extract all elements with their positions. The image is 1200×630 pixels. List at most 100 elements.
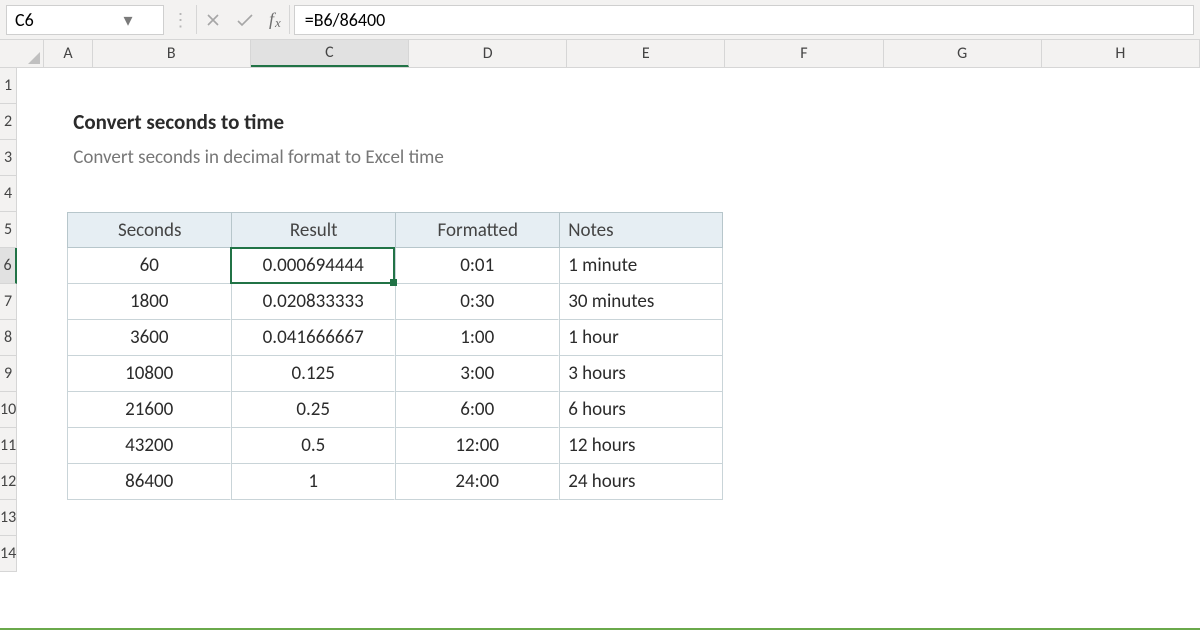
col-header-A[interactable]: A [44,40,92,67]
table-header-notes[interactable]: Notes [559,212,723,248]
cell-F14[interactable] [723,536,887,572]
cell-D14[interactable] [395,536,559,572]
cell-H8[interactable] [1051,320,1200,356]
cell-H3[interactable] [1051,140,1200,176]
cell-H1[interactable] [1051,68,1200,104]
cell-D13[interactable] [395,500,559,536]
row-header-7[interactable]: 7 [0,284,16,320]
fx-icon[interactable]: fx [261,5,289,34]
row-header-1[interactable]: 1 [0,68,16,104]
cell-A13[interactable] [17,500,67,536]
row-header-10[interactable]: 10 [0,392,16,428]
col-header-G[interactable]: G [884,40,1042,67]
row-header-11[interactable]: 11 [0,428,16,464]
cell-B13[interactable] [67,500,231,536]
cell-B1[interactable] [67,68,231,104]
cell-B6[interactable]: 60 [67,248,231,284]
table-header-formatted[interactable]: Formatted [395,212,559,248]
cell-B10[interactable]: 21600 [67,392,231,428]
cell-A4[interactable] [17,176,67,212]
cell-B14[interactable] [67,536,231,572]
cancel-icon[interactable] [197,5,229,34]
cell-G14[interactable] [887,536,1051,572]
cell-F8[interactable] [723,320,887,356]
cell-D6[interactable]: 0:01 [395,248,559,284]
cell-D12[interactable]: 24:00 [395,464,559,500]
cell-E11[interactable]: 12 hours [559,428,723,464]
cell-G2[interactable] [887,104,1051,140]
col-header-E[interactable]: E [567,40,725,67]
row-header-9[interactable]: 9 [0,356,16,392]
cell-G6[interactable] [887,248,1051,284]
cell-F9[interactable] [723,356,887,392]
row-header-8[interactable]: 8 [0,320,16,356]
cell-H13[interactable] [1051,500,1200,536]
cell-H5[interactable] [1051,212,1200,248]
cell-C10[interactable]: 0.25 [231,392,395,428]
cell-D7[interactable]: 0:30 [395,284,559,320]
cell-H12[interactable] [1051,464,1200,500]
cell-F3[interactable] [723,140,887,176]
cell-A7[interactable] [17,284,67,320]
cell-F7[interactable] [723,284,887,320]
cell-D9[interactable]: 3:00 [395,356,559,392]
cell-D1[interactable] [395,68,559,104]
enter-icon[interactable] [229,5,261,34]
cell-B7[interactable]: 1800 [67,284,231,320]
cell-G4[interactable] [887,176,1051,212]
cell-B4[interactable] [67,176,231,212]
row-header-14[interactable]: 14 [0,536,16,572]
cell-H4[interactable] [1051,176,1200,212]
cell-E10[interactable]: 6 hours [559,392,723,428]
cell-G13[interactable] [887,500,1051,536]
cell-D11[interactable]: 12:00 [395,428,559,464]
col-header-F[interactable]: F [725,40,883,67]
formula-input-wrap[interactable] [294,5,1194,35]
cell-E14[interactable] [559,536,723,572]
table-header-result[interactable]: Result [231,212,395,248]
row-header-13[interactable]: 13 [0,500,16,536]
cell-E13[interactable] [559,500,723,536]
cell-H10[interactable] [1051,392,1200,428]
row-header-5[interactable]: 5 [0,212,16,248]
formula-input[interactable] [295,9,1193,31]
cell-C3[interactable] [231,140,395,176]
cell-G12[interactable] [887,464,1051,500]
cell-C9[interactable]: 0.125 [231,356,395,392]
cell-D2[interactable] [395,104,559,140]
cell-C1[interactable] [231,68,395,104]
cell-F2[interactable] [723,104,887,140]
col-header-H[interactable]: H [1042,40,1200,67]
row-header-3[interactable]: 3 [0,140,16,176]
cell-E1[interactable] [559,68,723,104]
cell-E6[interactable]: 1 minute [559,248,723,284]
cell-E4[interactable] [559,176,723,212]
cell-E12[interactable]: 24 hours [559,464,723,500]
page-subtitle[interactable]: Convert seconds in decimal format to Exc… [67,140,231,176]
cell-A5[interactable] [17,212,67,248]
cell-C6[interactable]: 0.000694444 [231,248,395,284]
cell-E3[interactable] [559,140,723,176]
cell-D4[interactable] [395,176,559,212]
select-all-corner[interactable] [0,40,44,67]
cell-F10[interactable] [723,392,887,428]
cell-G7[interactable] [887,284,1051,320]
row-header-6[interactable]: 6 [0,248,17,284]
cell-E9[interactable]: 3 hours [559,356,723,392]
cell-A12[interactable] [17,464,67,500]
cell-H7[interactable] [1051,284,1200,320]
col-header-C[interactable]: C [251,40,409,67]
cell-E7[interactable]: 30 minutes [559,284,723,320]
cell-B12[interactable]: 86400 [67,464,231,500]
cell-G1[interactable] [887,68,1051,104]
name-box-input[interactable] [7,6,117,34]
cell-C8[interactable]: 0.041666667 [231,320,395,356]
cell-A9[interactable] [17,356,67,392]
page-title[interactable]: Convert seconds to time [67,104,231,140]
cell-G11[interactable] [887,428,1051,464]
cell-F6[interactable] [723,248,887,284]
col-header-B[interactable]: B [93,40,251,67]
cell-C4[interactable] [231,176,395,212]
cell-C14[interactable] [231,536,395,572]
cell-A10[interactable] [17,392,67,428]
